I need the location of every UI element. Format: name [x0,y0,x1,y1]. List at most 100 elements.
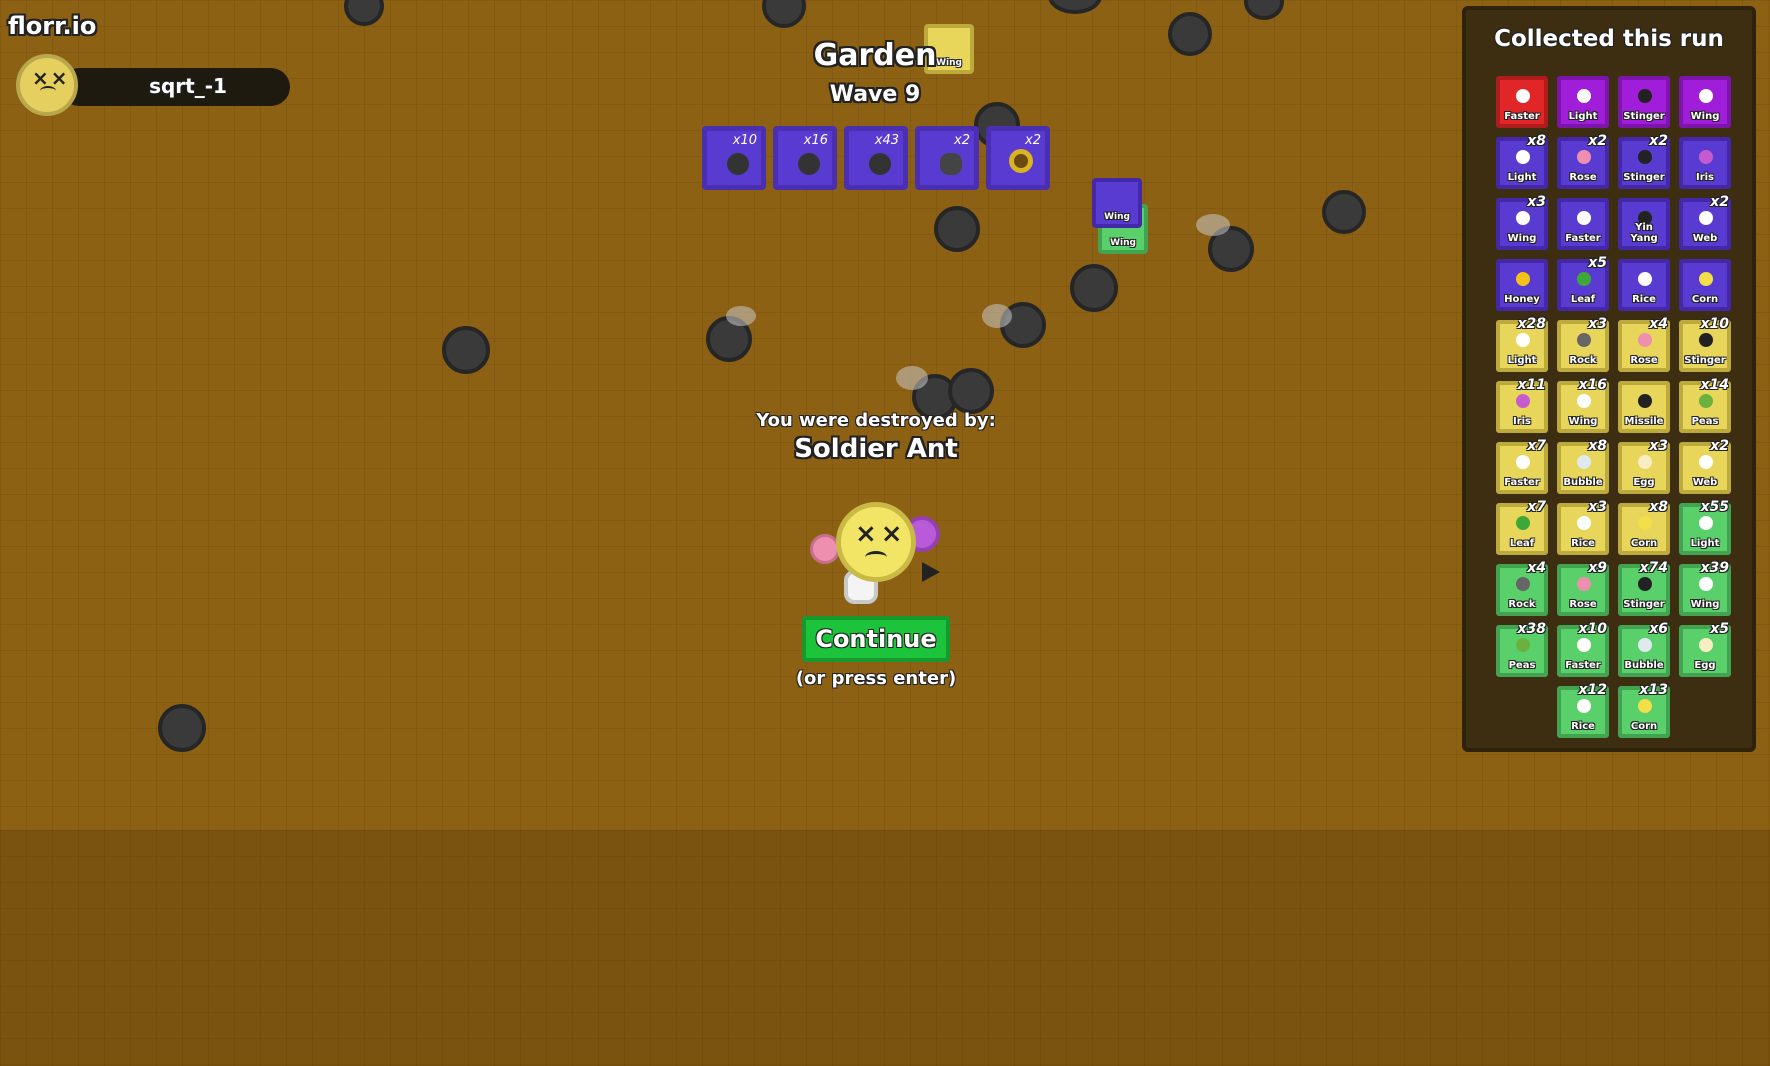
petal-name: Peas [1508,660,1536,671]
petal-name: Bubble [1624,660,1664,671]
petal-slot-corn[interactable]: Corn x13 [1618,682,1670,738]
rose-icon [1577,150,1591,164]
petal-slot-iris[interactable]: Iris x11 [1496,377,1548,433]
petal-slot-stinger[interactable]: Stinger [1618,76,1670,128]
petal-count: x14 [1700,377,1729,393]
petal-count: x38 [1517,621,1546,637]
egg-icon [1699,638,1713,652]
petal-slot-corn[interactable]: Corn [1679,259,1731,311]
faster-icon [1577,638,1591,652]
petal-slot-faster[interactable]: Faster [1496,76,1548,128]
fly-wing [982,304,1012,328]
petal-slot-wing[interactable]: Wing [1679,76,1731,128]
petal-slot-honey[interactable]: Honey [1496,259,1548,311]
petal-count: x11 [1517,377,1546,393]
petal-slot-rice[interactable]: Rice [1618,259,1670,311]
petal-slot-bubble[interactable]: Bubble x8 [1557,438,1609,494]
petal-slot-stinger[interactable]: Stinger x2 [1618,133,1670,189]
corn-icon [1699,272,1713,286]
petal-count: x4 [1649,316,1668,332]
continue-button[interactable]: Continue [802,616,950,662]
petal-slot-corn[interactable]: Corn x8 [1618,499,1670,555]
corn-icon [1638,516,1652,530]
petal-slot-rock[interactable]: Rock x3 [1557,316,1609,372]
petal-slot-wing[interactable]: Wing x39 [1679,560,1731,616]
panel-title: Collected this run [1494,26,1724,52]
petal-slot-iris[interactable]: Iris [1679,137,1731,189]
petal-slot-light[interactable]: Light x28 [1496,316,1548,372]
rose-icon [1577,577,1591,591]
petal-slot-rice[interactable]: Rice x3 [1557,499,1609,555]
petal-slot-rock[interactable]: Rock x4 [1496,560,1548,616]
light-icon [1516,150,1530,164]
petal-name: Rice [1571,721,1595,732]
petal-slot-rose[interactable]: Rose x2 [1557,133,1609,189]
collected-panel: Collected this run Faster Light Stinger Win… [1462,6,1756,752]
petal-slot-peas[interactable]: Peas x38 [1496,621,1548,677]
petal-name: Faster [1504,111,1540,122]
petal-slot-wing[interactable]: Wing x3 [1496,194,1548,250]
petal-count: x8 [1588,438,1607,454]
petal-slot-egg[interactable]: Egg x5 [1679,621,1731,677]
petal-slot-rice[interactable]: Rice x12 [1557,682,1609,738]
petal-slot-egg[interactable]: Egg x3 [1618,438,1670,494]
dead-player-face: ×× [836,502,916,582]
petal-slot-rose[interactable]: Rose x9 [1557,560,1609,616]
wing-icon [1516,211,1530,225]
petal-name: Rose [1569,172,1597,183]
leaf-icon [1577,272,1591,286]
petal-name: Rice [1571,538,1595,549]
drop-count: x16 [803,133,828,148]
petal-count: x74 [1639,560,1668,576]
petal-slot-leaf[interactable]: Leaf x5 [1557,255,1609,311]
petal-count: x6 [1649,621,1668,637]
petal-slot-faster[interactable]: Faster x7 [1496,438,1548,494]
petal-slot-rose[interactable]: Rose x4 [1618,316,1670,372]
ant-mob [1070,264,1118,312]
honey-icon [1516,272,1530,286]
petal-slot-light[interactable]: Light [1557,76,1609,128]
stinger-icon [1638,577,1652,591]
petal-name: Rock [1508,599,1536,610]
petal-count: x5 [1588,255,1607,271]
petal-slot-web[interactable]: Web x2 [1679,438,1731,494]
petal-count: x4 [1527,560,1546,576]
petal-name: Iris [1512,416,1532,427]
rose-icon [1638,333,1652,347]
petal-count: x28 [1517,316,1546,332]
drop-slot: x16 [773,126,837,190]
petal-slot-missile[interactable]: Missile [1618,381,1670,433]
rock-icon [1577,333,1591,347]
petal-slot-light[interactable]: Light x8 [1496,133,1548,189]
frown-icon [40,86,56,96]
petal-name: Corn [1630,538,1658,549]
petal-slot-light[interactable]: Light x55 [1679,499,1731,555]
ant-mob [934,206,980,252]
ground-item-wing[interactable]: Wing [1092,178,1142,228]
petal-name: Peas [1691,416,1719,427]
petal-name: Rice [1632,294,1656,305]
petal-slot-wing[interactable]: Wing x16 [1557,377,1609,433]
petal-slot-stinger[interactable]: Stinger x74 [1618,560,1670,616]
petal-slot-peas[interactable]: Peas x14 [1679,377,1731,433]
petal-name: Stinger [1684,355,1726,366]
petal-slot-web[interactable]: Web x2 [1679,194,1731,250]
petal-slot-yin-yang[interactable]: Yin Yang [1618,198,1670,250]
petal-slot-bubble[interactable]: Bubble x6 [1618,621,1670,677]
petal-slot-stinger[interactable]: Stinger x10 [1679,316,1731,372]
petal-name: Corn [1630,721,1658,732]
fly-wing [726,306,756,326]
petal-name: Stinger [1623,111,1665,122]
petal-slot-faster[interactable]: Faster [1557,198,1609,250]
petal-name: Rose [1630,355,1658,366]
petal-count: x10 [1578,621,1607,637]
petal-slot-leaf[interactable]: Leaf x7 [1496,499,1548,555]
petal-count: x8 [1649,499,1668,515]
light-icon [1577,89,1591,103]
peas-icon [1516,638,1530,652]
faster-icon [1516,89,1530,103]
petal-slot-faster[interactable]: Faster x10 [1557,621,1609,677]
ant-mob [158,704,206,752]
iris-icon [1516,394,1530,408]
drop-count: x43 [874,133,899,148]
